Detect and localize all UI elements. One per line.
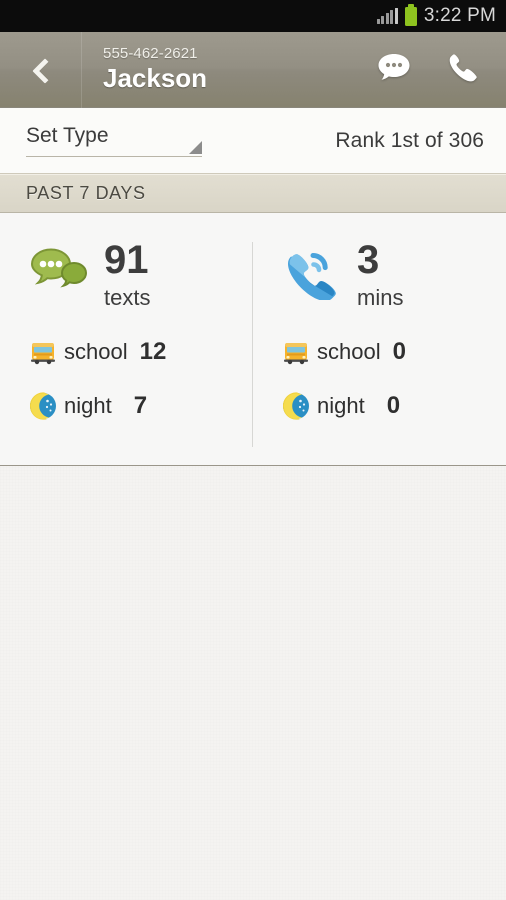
phone-handset-icon: [446, 51, 478, 88]
school-bus-icon: [26, 335, 60, 369]
mins-school-label: school: [317, 339, 381, 364]
mins-night-row: night 0: [279, 379, 506, 433]
status-bar-right: 3:22 PM: [376, 3, 496, 27]
triangle-down-icon: [189, 141, 202, 154]
texts-night-value: 7: [133, 392, 148, 419]
status-bar: 3:22 PM: [0, 0, 506, 32]
mins-school-value: 0: [392, 338, 406, 365]
texts-primary-text: 91 texts: [100, 239, 150, 311]
phone-call-icon: [279, 239, 353, 305]
texts-school-value: 12: [139, 338, 167, 365]
action-bar: 555-462-2621 Jackson: [0, 31, 506, 108]
school-bus-icon: [279, 335, 313, 369]
texts-school-row: school 12: [26, 325, 253, 379]
chevron-left-icon: [32, 61, 50, 79]
chat-bubble-icon: [377, 52, 411, 87]
action-bar-titles: 555-462-2621 Jackson: [82, 46, 374, 92]
mins-night-label: night: [317, 393, 365, 418]
filter-bar: Set Type Rank 1st of 306: [0, 108, 506, 174]
night-moon-icon: [279, 389, 313, 423]
status-bar-clock: 3:22 PM: [423, 5, 496, 26]
mins-primary-row: 3 mins: [279, 239, 506, 325]
battery-icon: [404, 3, 417, 26]
section-header-title: PAST 7 DAYS: [26, 183, 146, 203]
section-header-past-7-days: PAST 7 DAYS: [0, 174, 506, 213]
texts-school-label: school: [64, 339, 128, 364]
stats-column-texts: 91 texts school 12 night 7: [0, 213, 253, 465]
empty-content-area: [0, 466, 506, 900]
set-type-spinner-label: Set Type: [26, 124, 109, 147]
texts-night-row: night 7: [26, 379, 253, 433]
rank-label: Rank 1st of 306: [335, 128, 484, 152]
stats-column-mins: 3 mins school 0 night 0: [253, 213, 506, 465]
stats-card: 91 texts school 12 night 7 3 mins school…: [0, 213, 506, 466]
night-moon-icon: [26, 389, 60, 423]
texts-primary-row: 91 texts: [26, 239, 253, 325]
message-button[interactable]: [374, 50, 414, 90]
mins-count-value: 3: [357, 238, 380, 282]
mins-school-row: school 0: [279, 325, 506, 379]
texts-count-value: 91: [104, 238, 149, 282]
texts-count-unit: texts: [104, 285, 151, 311]
call-button[interactable]: [442, 50, 482, 90]
set-type-spinner[interactable]: Set Type: [26, 124, 202, 157]
mins-night-value: 0: [386, 392, 401, 419]
chat-bubbles-icon: [26, 239, 100, 305]
mins-primary-text: 3 mins: [353, 239, 403, 311]
action-bar-icons: [374, 50, 506, 90]
texts-night-label: night: [64, 393, 112, 418]
mins-count-unit: mins: [357, 285, 404, 311]
signal-bars-icon: [376, 7, 398, 24]
back-button[interactable]: [0, 31, 82, 108]
contact-name: Jackson: [103, 63, 208, 94]
contact-phone-number: 555-462-2621: [103, 45, 198, 63]
